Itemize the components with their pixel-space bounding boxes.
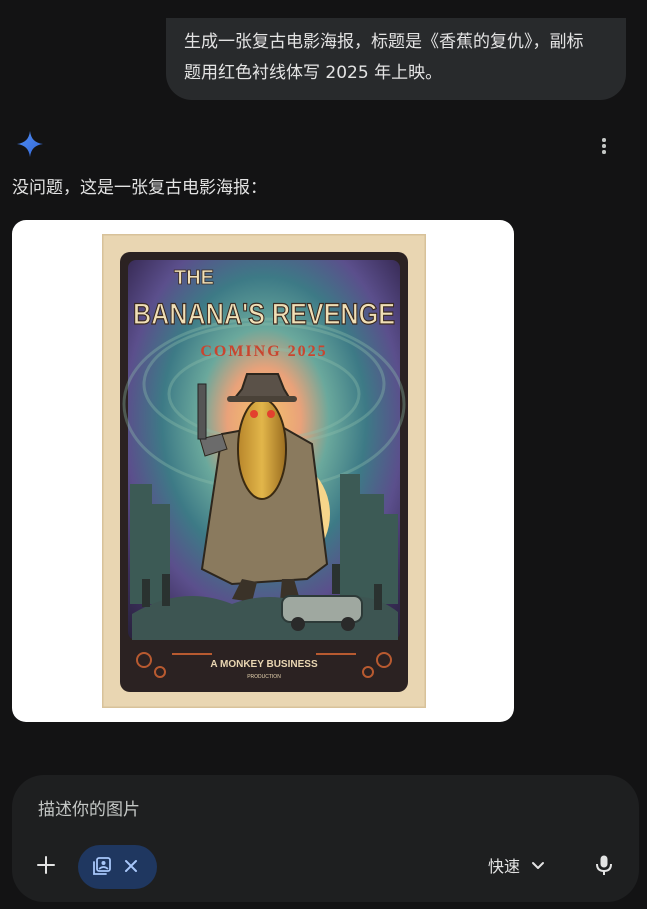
prompt-composer: 快速	[12, 775, 639, 902]
chevron-down-icon	[532, 862, 545, 869]
poster-subtitle: COMING 2025	[200, 343, 327, 360]
close-icon[interactable]	[122, 857, 140, 875]
poster-title-small: THE	[174, 267, 214, 289]
prompt-input[interactable]	[38, 797, 478, 823]
gemini-sparkle-icon	[17, 131, 43, 157]
user-message-bubble: 生成一张复古电影海报，标题是《香蕉的复仇》，副标 题用红色衬线体写 2025 年…	[166, 18, 626, 100]
more-options-button[interactable]	[592, 134, 616, 158]
microphone-button[interactable]	[592, 853, 616, 877]
chat-page: 生成一张复古电影海报，标题是《香蕉的复仇》，副标 题用红色衬线体写 2025 年…	[0, 0, 647, 909]
image-tool-chip[interactable]	[78, 845, 157, 889]
user-message-line: 生成一张复古电影海报，标题是《香蕉的复仇》，副标	[184, 32, 584, 52]
image-tool-icon	[93, 857, 111, 875]
poster-credit-main: A MONKEY BUSINESS	[210, 659, 318, 670]
user-message-line: 题用红色衬线体写 2025 年上映。	[184, 63, 443, 83]
assistant-reply-text: 没问题，这是一张复古电影海报：	[12, 178, 267, 198]
poster-credit-sub: PRODUCTION	[247, 674, 281, 680]
plus-icon	[37, 856, 55, 874]
generated-poster-image[interactable]: THE BANANA'S REVENGE COMING 2025 A MONKE…	[102, 234, 426, 708]
generated-image-card[interactable]: THE BANANA'S REVENGE COMING 2025 A MONKE…	[12, 220, 514, 722]
more-vertical-icon	[602, 138, 606, 142]
poster-title-main: BANANA'S REVENGE	[133, 298, 395, 331]
add-button[interactable]	[32, 851, 60, 879]
model-label: 快速	[488, 857, 521, 876]
microphone-icon	[596, 855, 612, 875]
model-selector[interactable]: 快速	[488, 853, 546, 877]
